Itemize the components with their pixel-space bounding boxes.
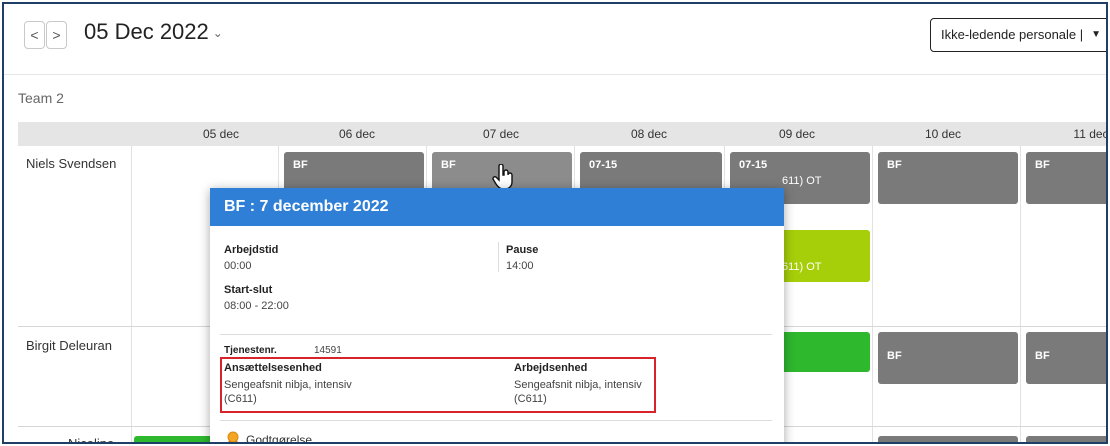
shift-block[interactable]: BF (878, 152, 1018, 204)
arbejdstid-value: 00:00 (224, 260, 252, 272)
arbejdsenhed-code: (C611) (514, 393, 547, 405)
shift-label: BF (887, 159, 902, 171)
shift-label: BF (1035, 350, 1050, 362)
date-picker[interactable]: 05 Dec 2022 ⌄ (84, 19, 223, 45)
day-header: 06 dec (338, 127, 376, 141)
team-heading: Team 2 (18, 90, 64, 106)
prev-week-button[interactable]: < (24, 21, 45, 49)
shift-label: BF (293, 159, 308, 171)
date-label: 05 Dec 2022 (84, 19, 209, 44)
popup-title: BF : 7 december 2022 (210, 188, 784, 226)
shift-label: BF (441, 159, 456, 171)
schedule-window: < > 05 Dec 2022 ⌄ Ikke-ledende personale … (2, 2, 1108, 444)
day-header-row: 05 dec 06 dec 07 dec 08 dec 09 dec 10 de… (18, 122, 1106, 146)
day-header: 10 dec (924, 127, 962, 141)
shift-block[interactable] (1026, 436, 1106, 442)
shift-block[interactable]: BF (878, 332, 1018, 384)
dropdown-caret-icon: ▼ (1091, 29, 1101, 40)
day-header: 09 dec (778, 127, 816, 141)
arbejdstid-label: Arbejdstid (224, 244, 279, 256)
shift-block[interactable]: BF (1026, 332, 1106, 384)
pause-label: Pause (506, 244, 539, 256)
pause-value: 14:00 (506, 260, 534, 272)
tjenestenr-label: Tjenestenr. (224, 345, 277, 356)
godtgorelse-label[interactable]: Godtgørelse (246, 433, 312, 442)
shift-detail-popup: BF : 7 december 2022 Arbejdstid 00:00 Pa… (210, 188, 784, 442)
ansaettelsesenhed-code: (C611) (224, 393, 257, 405)
shift-label: 07-15 (589, 159, 618, 171)
hand-cursor-icon (492, 164, 513, 190)
ansaettelsesenhed-label: Ansættelsesenhed (224, 362, 322, 374)
shift-block[interactable]: BF (1026, 152, 1106, 204)
award-icon (227, 431, 239, 442)
day-header: 08 dec (630, 127, 668, 141)
shift-label: BF (1035, 159, 1050, 171)
shift-detail: 611) OT (782, 261, 822, 273)
employee-name[interactable]: Birgit Deleuran (26, 338, 112, 353)
ansaettelsesenhed-value: Sengeafsnit nibja, intensiv (224, 379, 352, 391)
staff-filter-value: Ikke-ledende personale | (941, 27, 1084, 42)
start-slut-value: 08:00 - 22:00 (224, 300, 289, 312)
shift-detail: 611) OT (782, 175, 822, 187)
grid-line (872, 146, 873, 442)
shift-label: 07-15 (739, 159, 768, 171)
divider (220, 334, 772, 335)
day-header: 07 dec (482, 127, 520, 141)
day-header: 11 dec (1073, 127, 1108, 141)
arbejdsenhed-label: Arbejdsenhed (514, 362, 588, 374)
employee-name[interactable]: Nicoline (68, 436, 114, 442)
day-header: 05 dec (202, 127, 240, 141)
chevron-down-icon: ⌄ (212, 26, 223, 41)
start-slut-label: Start-slut (224, 284, 273, 296)
grid-line (131, 146, 132, 442)
shift-label: BF (887, 350, 902, 362)
toolbar: < > 05 Dec 2022 ⌄ Ikke-ledende personale … (4, 4, 1106, 75)
shift-block[interactable] (878, 436, 1018, 442)
tjenestenr-value: 14591 (314, 345, 342, 356)
next-week-button[interactable]: > (46, 21, 67, 49)
divider (498, 242, 499, 272)
grid-line (1020, 146, 1021, 442)
staff-filter-select[interactable]: Ikke-ledende personale | ▼ (930, 18, 1106, 52)
arbejdsenhed-value: Sengeafsnit nibja, intensiv (514, 379, 642, 391)
employee-name[interactable]: Niels Svendsen (26, 156, 116, 171)
divider (220, 420, 772, 421)
